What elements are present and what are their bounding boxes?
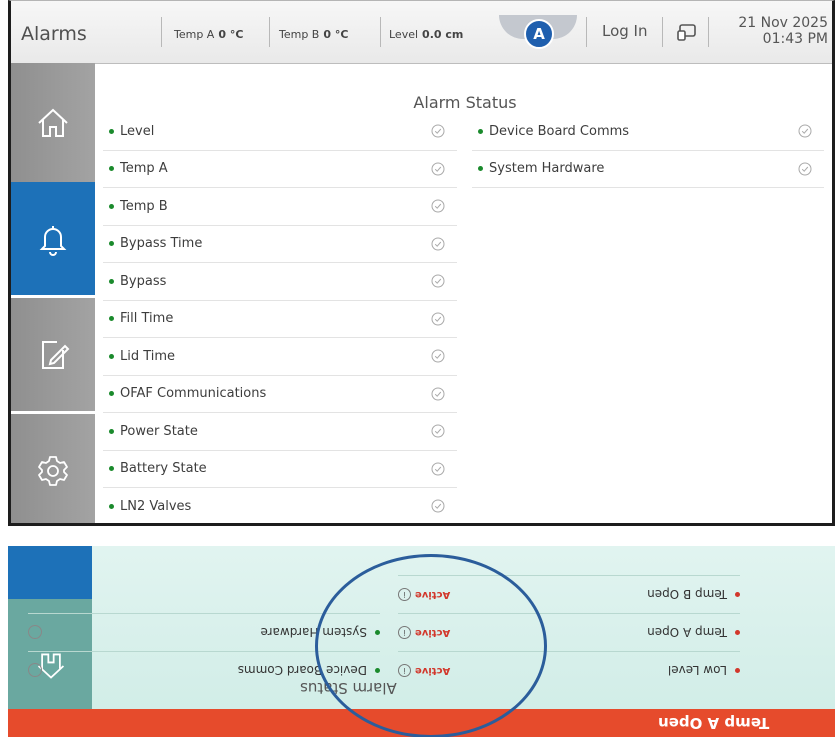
alarm-label: Temp A (120, 161, 168, 177)
nav-settings-button[interactable] (11, 414, 95, 523)
check-circle-icon (431, 349, 445, 363)
nav-notes-button[interactable] (11, 298, 95, 411)
check-circle-icon (431, 462, 445, 476)
status-dot (109, 428, 114, 434)
alarm-photo: Temp A Open Alarm Status Low Level Activ… (8, 546, 835, 737)
alarm-row: Device Board Comms (472, 113, 824, 151)
status-dot (478, 166, 483, 172)
check-circle-icon (431, 274, 445, 288)
level-reading: Level 0.0 cm (389, 28, 464, 41)
status-dot (109, 503, 114, 509)
alarm-label: LN2 Valves (120, 498, 192, 514)
badge-letter: A (524, 19, 554, 49)
alarm-label: Level (120, 123, 155, 139)
status-dot (109, 316, 114, 322)
date-time: 21 Nov 2025 01:43 PM (716, 15, 828, 47)
alarm-list-left: Level Temp A Temp B Bypass Time Bypass Fill T… (103, 113, 457, 523)
check-circle-icon (798, 124, 812, 138)
alarms-screen: Alarms Temp A0 °C Temp B0 °C Level 0.0 cm… (8, 0, 835, 526)
check-circle-icon (431, 387, 445, 401)
status-dot (109, 391, 114, 397)
bell-icon (39, 225, 67, 256)
alarm-row: Bypass (103, 263, 457, 301)
alarm-row: Temp B (103, 188, 457, 226)
alarm-row: Battery State (103, 451, 457, 488)
divider (708, 17, 709, 47)
remote-display-icon[interactable] (676, 23, 698, 43)
alarm-label: Lid Time (120, 348, 176, 364)
alarm-label: Battery State (120, 461, 207, 477)
alarm-label: Device Board Comms (489, 123, 630, 139)
alarm-row: OFAF Communications (103, 376, 457, 413)
alarm-label: OFAF Communications (120, 386, 267, 402)
home-icon (38, 108, 68, 137)
check-icon (28, 625, 42, 640)
status-dot (109, 353, 114, 359)
date-label: 21 Nov 2025 (738, 15, 828, 31)
status-dot (109, 203, 114, 209)
status-dot (478, 128, 483, 134)
alarm-row: Level (103, 113, 457, 151)
check-circle-icon (431, 312, 445, 326)
alarm-row: Power State (103, 413, 457, 451)
alarm-label: Power State (120, 423, 198, 439)
check-circle-icon (798, 162, 812, 176)
alarm-label: Fill Time (120, 311, 174, 327)
check-icon (28, 663, 42, 678)
alarm-row: Bypass Time (103, 226, 457, 263)
user-badge[interactable]: A (499, 9, 577, 49)
alarm-row: Lid Time (103, 338, 457, 376)
top-bar: Alarms Temp A0 °C Temp B0 °C Level 0.0 cm… (11, 1, 832, 64)
status-dot (109, 466, 114, 472)
status-dot (109, 278, 114, 284)
check-circle-icon (431, 237, 445, 251)
alarm-status-panel: Alarm Status Level Temp A Temp B Bypass Tim… (95, 63, 832, 523)
alarm-label: Bypass Time (120, 236, 203, 252)
nav-home-button[interactable] (11, 63, 95, 182)
alarm-row: System Hardware (472, 151, 824, 188)
alarm-label: System Hardware (489, 161, 605, 177)
alarm-row: Temp A (103, 151, 457, 188)
divider (662, 17, 663, 47)
divider (161, 17, 162, 47)
check-circle-icon (431, 199, 445, 213)
alarm-row: Fill Time (103, 301, 457, 338)
side-navigation (11, 63, 95, 523)
screen-title: Alarms (21, 23, 87, 45)
check-circle-icon (431, 424, 445, 438)
alarm-dot (735, 668, 740, 673)
alarm-dot (735, 592, 740, 597)
check-circle-icon (431, 124, 445, 138)
alarm-row: LN2 Valves (103, 488, 457, 523)
temp-a-reading: Temp A0 °C (174, 28, 244, 41)
divider (586, 17, 587, 47)
status-dot (109, 166, 114, 172)
photo-nav-alarms (8, 546, 92, 599)
divider (269, 17, 270, 47)
alarm-label: Bypass (120, 273, 167, 289)
time-label: 01:43 PM (762, 31, 828, 47)
alarm-list-right: Device Board Comms System Hardware (472, 113, 824, 188)
check-circle-icon (431, 162, 445, 176)
divider (380, 17, 381, 47)
login-button[interactable]: Log In (602, 22, 648, 40)
alarm-banner-text: Temp A Open (658, 714, 770, 732)
edit-icon (42, 340, 70, 369)
nav-alarms-button[interactable] (11, 182, 95, 295)
status-dot (109, 241, 114, 247)
gear-icon (38, 455, 68, 486)
status-dot (109, 128, 114, 134)
temp-b-reading: Temp B0 °C (279, 28, 349, 41)
alarm-dot (735, 630, 740, 635)
check-circle-icon (431, 499, 445, 513)
alarm-label: Temp B (120, 198, 168, 214)
panel-title: Alarm Status (413, 93, 517, 112)
highlight-circle (315, 554, 547, 737)
